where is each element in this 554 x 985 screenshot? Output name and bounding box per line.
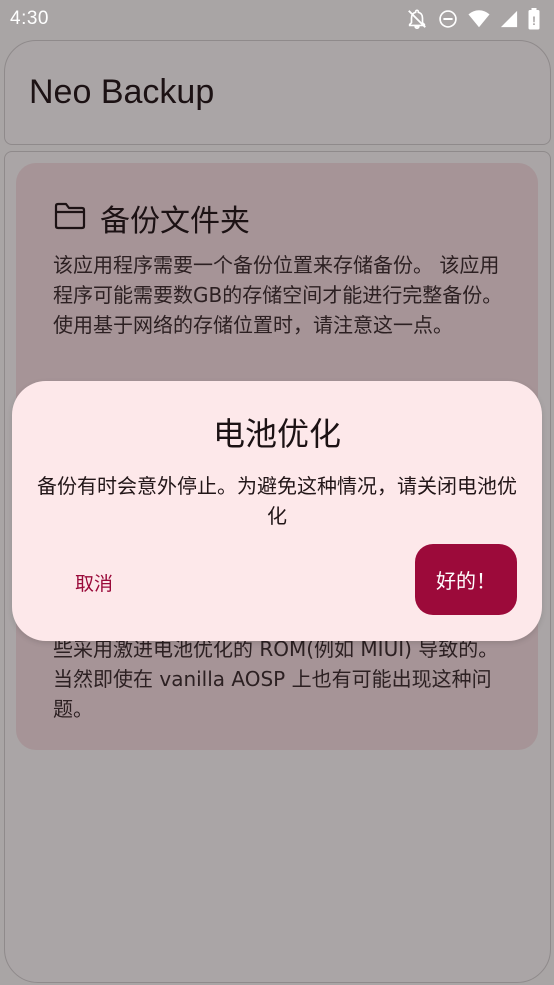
svg-text:!: ! xyxy=(532,14,536,28)
cellular-signal-icon xyxy=(500,10,518,28)
card-title: 备份文件夹 xyxy=(100,204,250,239)
notifications-off-icon xyxy=(406,8,428,30)
dialog-message: 备份有时会意外停止。为避免这种情况，请关闭电池优化 xyxy=(37,474,517,528)
do-not-disturb-icon xyxy=(438,9,458,29)
card-description-bottom: 些采用激进电池优化的 ROM(例如 MIUI) 导致的。当然即使在 vanill… xyxy=(53,637,499,721)
status-bar: 4:30 ! xyxy=(0,0,554,38)
card-description-top: 该应用程序需要一个备份位置来存储备份。 该应用程序可能需要数GB的存储空间才能进… xyxy=(53,253,503,337)
confirm-button[interactable]: 好的！ xyxy=(415,544,517,615)
status-time: 4:30 xyxy=(10,8,49,29)
app-title: Neo Backup xyxy=(29,73,215,111)
app-bar: Neo Backup xyxy=(4,40,551,145)
dialog-title: 电池优化 xyxy=(212,415,341,453)
status-icons: ! xyxy=(406,8,540,30)
wifi-icon xyxy=(468,9,490,29)
battery-optimization-dialog: 电池优化 备份有时会意外停止。为避免这种情况，请关闭电池优化 取消 好的！ xyxy=(12,381,542,641)
cancel-button[interactable]: 取消 xyxy=(48,562,140,602)
folder-icon xyxy=(54,202,86,234)
battery-icon: ! xyxy=(528,8,540,30)
card-header: 备份文件夹 xyxy=(54,196,250,240)
